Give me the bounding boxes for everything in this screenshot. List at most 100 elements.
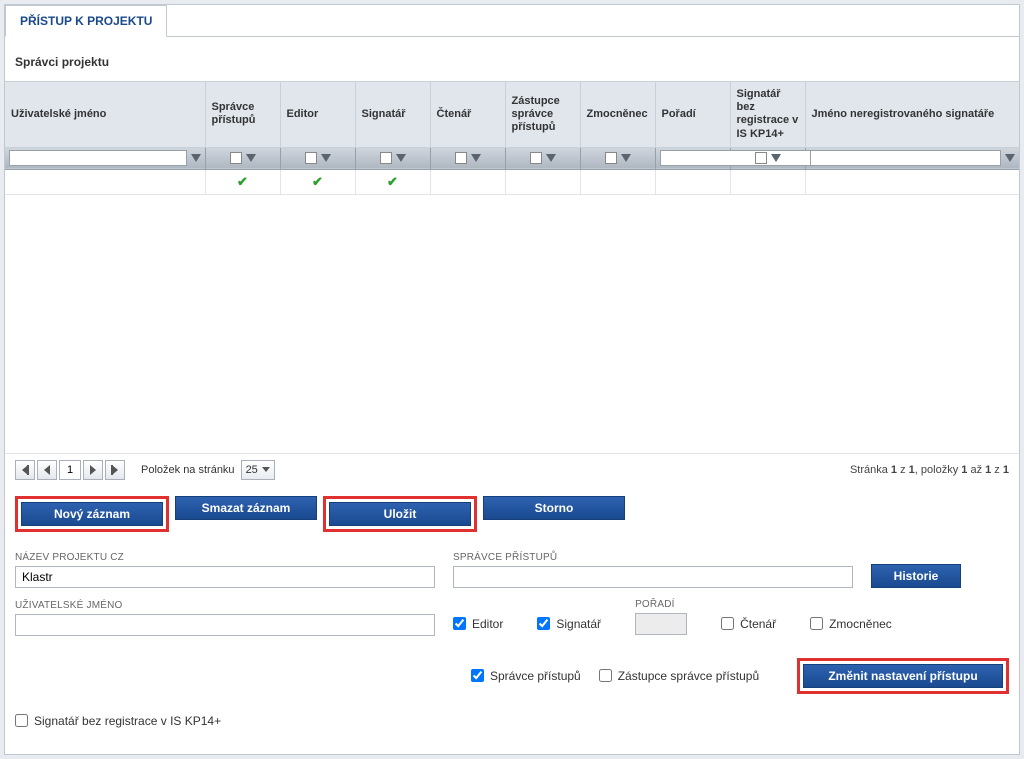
zmenit-nastaveni-button[interactable]: Změnit nastavení přístupu — [803, 664, 1003, 688]
grid-empty-space — [5, 195, 1019, 453]
ulozit-button[interactable]: Uložit — [329, 502, 471, 526]
funnel-icon[interactable] — [771, 154, 781, 162]
filter-neregname[interactable] — [805, 147, 1019, 169]
filter-poradi[interactable] — [655, 147, 730, 169]
col-signatar[interactable]: Signatář — [355, 82, 430, 148]
ctenar-cb-label: Čtenář — [740, 617, 776, 631]
check-icon: ✔ — [387, 174, 398, 189]
cell-spravce: ✔ — [205, 169, 280, 194]
pager-info: Stránka 1 z 1, položky 1 až 1 z 1 — [850, 464, 1009, 476]
col-poradi[interactable]: Pořadí — [655, 82, 730, 148]
txt: až — [967, 464, 985, 476]
pager-items-label: Položek na stránku — [141, 464, 235, 476]
editor-checkbox-pair[interactable]: Editor — [453, 617, 503, 631]
last-icon — [112, 465, 118, 475]
spravce-label: SPRÁVCE PŘÍSTUPŮ — [453, 552, 853, 563]
zmocnenec-cb-label: Zmocněnec — [829, 617, 892, 631]
funnel-icon[interactable] — [471, 154, 481, 162]
col-ctenar[interactable]: Čtenář — [430, 82, 505, 148]
tabs-row: PŘÍSTUP K PROJEKTU — [5, 5, 1019, 37]
highlight-frame: Uložit — [323, 496, 477, 532]
txt: z — [897, 464, 909, 476]
signobez-checkbox-pair[interactable]: Signatář bez registrace v IS KP14+ — [15, 714, 221, 728]
zmocnenec-checkbox[interactable] — [810, 617, 823, 630]
col-zmocnenec[interactable]: Zmocněnec — [580, 82, 655, 148]
col-neregname[interactable]: Jméno neregistrovaného signatáře — [805, 82, 1019, 148]
pager-last-button[interactable] — [105, 460, 125, 480]
txt: 1 — [1003, 464, 1009, 476]
ctenar-checkbox[interactable] — [721, 617, 734, 630]
filter-signatar[interactable] — [355, 147, 430, 169]
cell-signatar: ✔ — [355, 169, 430, 194]
filter-editor[interactable] — [280, 147, 355, 169]
col-user[interactable]: Uživatelské jméno — [5, 82, 205, 148]
signatar-checkbox[interactable] — [537, 617, 550, 630]
zastupce-cb-label: Zástupce správce přístupů — [618, 669, 759, 683]
smazat-zaznam-button[interactable]: Smazat záznam — [175, 496, 317, 520]
txt: , položky — [915, 464, 961, 476]
storno-button[interactable]: Storno — [483, 496, 625, 520]
signobez-checkbox[interactable] — [15, 714, 28, 727]
filter-neregname-input[interactable] — [810, 150, 1002, 166]
funnel-icon[interactable] — [396, 154, 406, 162]
pager-pagesize-select[interactable]: 25 — [241, 460, 275, 480]
funnel-icon[interactable] — [546, 154, 556, 162]
grid: Uživatelské jméno Správce přístupů Edito… — [5, 81, 1019, 195]
filter-row — [5, 147, 1019, 169]
editor-checkbox[interactable] — [453, 617, 466, 630]
signatar-cb-label: Signatář — [556, 617, 601, 631]
txt: z — [991, 464, 1003, 476]
editor-cb-label: Editor — [472, 617, 503, 631]
pager-page-input[interactable] — [59, 460, 81, 480]
tab-pristup[interactable]: PŘÍSTUP K PROJEKTU — [5, 5, 167, 37]
filter-signobez-cb[interactable] — [755, 152, 767, 164]
signatar-checkbox-pair[interactable]: Signatář — [537, 617, 601, 631]
filter-poradi-input[interactable] — [660, 150, 812, 166]
uzivjm-label: UŽIVATELSKÉ JMÉNO — [15, 600, 435, 611]
novy-zaznam-button[interactable]: Nový záznam — [21, 502, 163, 526]
funnel-icon[interactable] — [246, 154, 256, 162]
filter-user[interactable] — [5, 147, 205, 169]
check-icon: ✔ — [312, 174, 323, 189]
spravce-checkbox[interactable] — [471, 669, 484, 682]
spravce-checkbox-pair[interactable]: Správce přístupů — [471, 669, 581, 683]
highlight-frame: Změnit nastavení přístupu — [797, 658, 1009, 694]
historie-button[interactable]: Historie — [871, 564, 961, 588]
filter-spravce[interactable] — [205, 147, 280, 169]
zmocnenec-checkbox-pair[interactable]: Zmocněnec — [810, 617, 892, 631]
cell-neregname — [805, 169, 1019, 194]
filter-zastupce[interactable] — [505, 147, 580, 169]
funnel-icon[interactable] — [191, 154, 201, 162]
col-editor[interactable]: Editor — [280, 82, 355, 148]
cell-user — [5, 169, 205, 194]
col-signobez[interactable]: Signatář bez registrace v IS KP14+ — [730, 82, 805, 148]
funnel-icon[interactable] — [621, 154, 631, 162]
zastupce-checkbox[interactable] — [599, 669, 612, 682]
col-zastupce[interactable]: Zástupce správce přístupů — [505, 82, 580, 148]
filter-signatar-cb[interactable] — [380, 152, 392, 164]
pager-next-button[interactable] — [83, 460, 103, 480]
spravce-pristupu-input[interactable] — [453, 566, 853, 588]
filter-user-input[interactable] — [9, 150, 187, 166]
filter-zmocnenec[interactable] — [580, 147, 655, 169]
funnel-icon[interactable] — [321, 154, 331, 162]
col-spravce[interactable]: Správce přístupů — [205, 82, 280, 148]
filter-ctenar[interactable] — [430, 147, 505, 169]
pager-prev-button[interactable] — [37, 460, 57, 480]
filter-editor-cb[interactable] — [305, 152, 317, 164]
zastupce-checkbox-pair[interactable]: Zástupce správce přístupů — [599, 669, 759, 683]
filter-zmocnenec-cb[interactable] — [605, 152, 617, 164]
funnel-icon[interactable] — [1005, 154, 1015, 162]
filter-spravce-cb[interactable] — [230, 152, 242, 164]
action-bar: Nový záznam Smazat záznam Uložit Storno — [5, 486, 1019, 542]
table-row[interactable]: ✔ ✔ ✔ — [5, 169, 1019, 194]
filter-ctenar-cb[interactable] — [455, 152, 467, 164]
cell-ctenar — [430, 169, 505, 194]
ctenar-checkbox-pair[interactable]: Čtenář — [721, 617, 776, 631]
uzivatelske-jmeno-input[interactable] — [15, 614, 435, 636]
filter-zastupce-cb[interactable] — [530, 152, 542, 164]
nazev-projektu-input[interactable] — [15, 566, 435, 588]
first-icon — [22, 465, 28, 475]
pager-first-button[interactable] — [15, 460, 35, 480]
signobez-cb-label: Signatář bez registrace v IS KP14+ — [34, 714, 221, 728]
